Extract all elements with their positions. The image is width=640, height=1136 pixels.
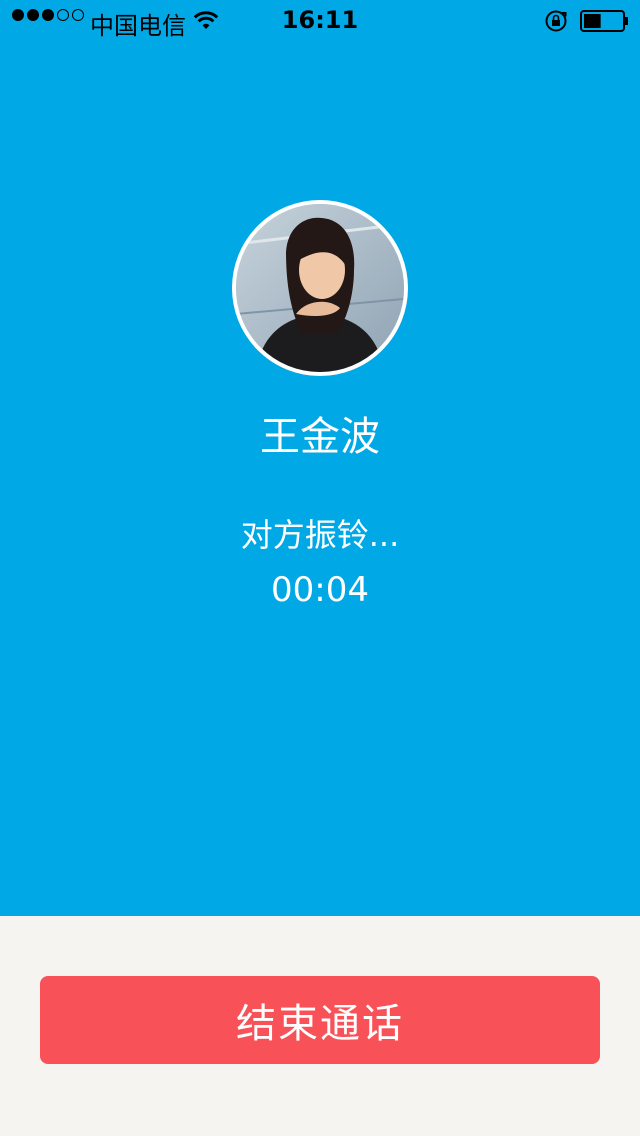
caller-avatar [232, 200, 408, 376]
battery-icon [580, 10, 630, 38]
end-call-button[interactable]: 结束通话 [40, 976, 600, 1064]
call-timer: 00:04 [271, 570, 369, 610]
caller-name: 王金波 [260, 414, 380, 460]
status-bar: 中国电信 16:11 [0, 0, 640, 40]
call-status: 对方振铃... [240, 516, 400, 554]
orientation-lock-icon [544, 9, 568, 39]
call-screen: 中国电信 16:11 王金波 对方振铃... 00:04 结束通话 [0, 0, 640, 1136]
